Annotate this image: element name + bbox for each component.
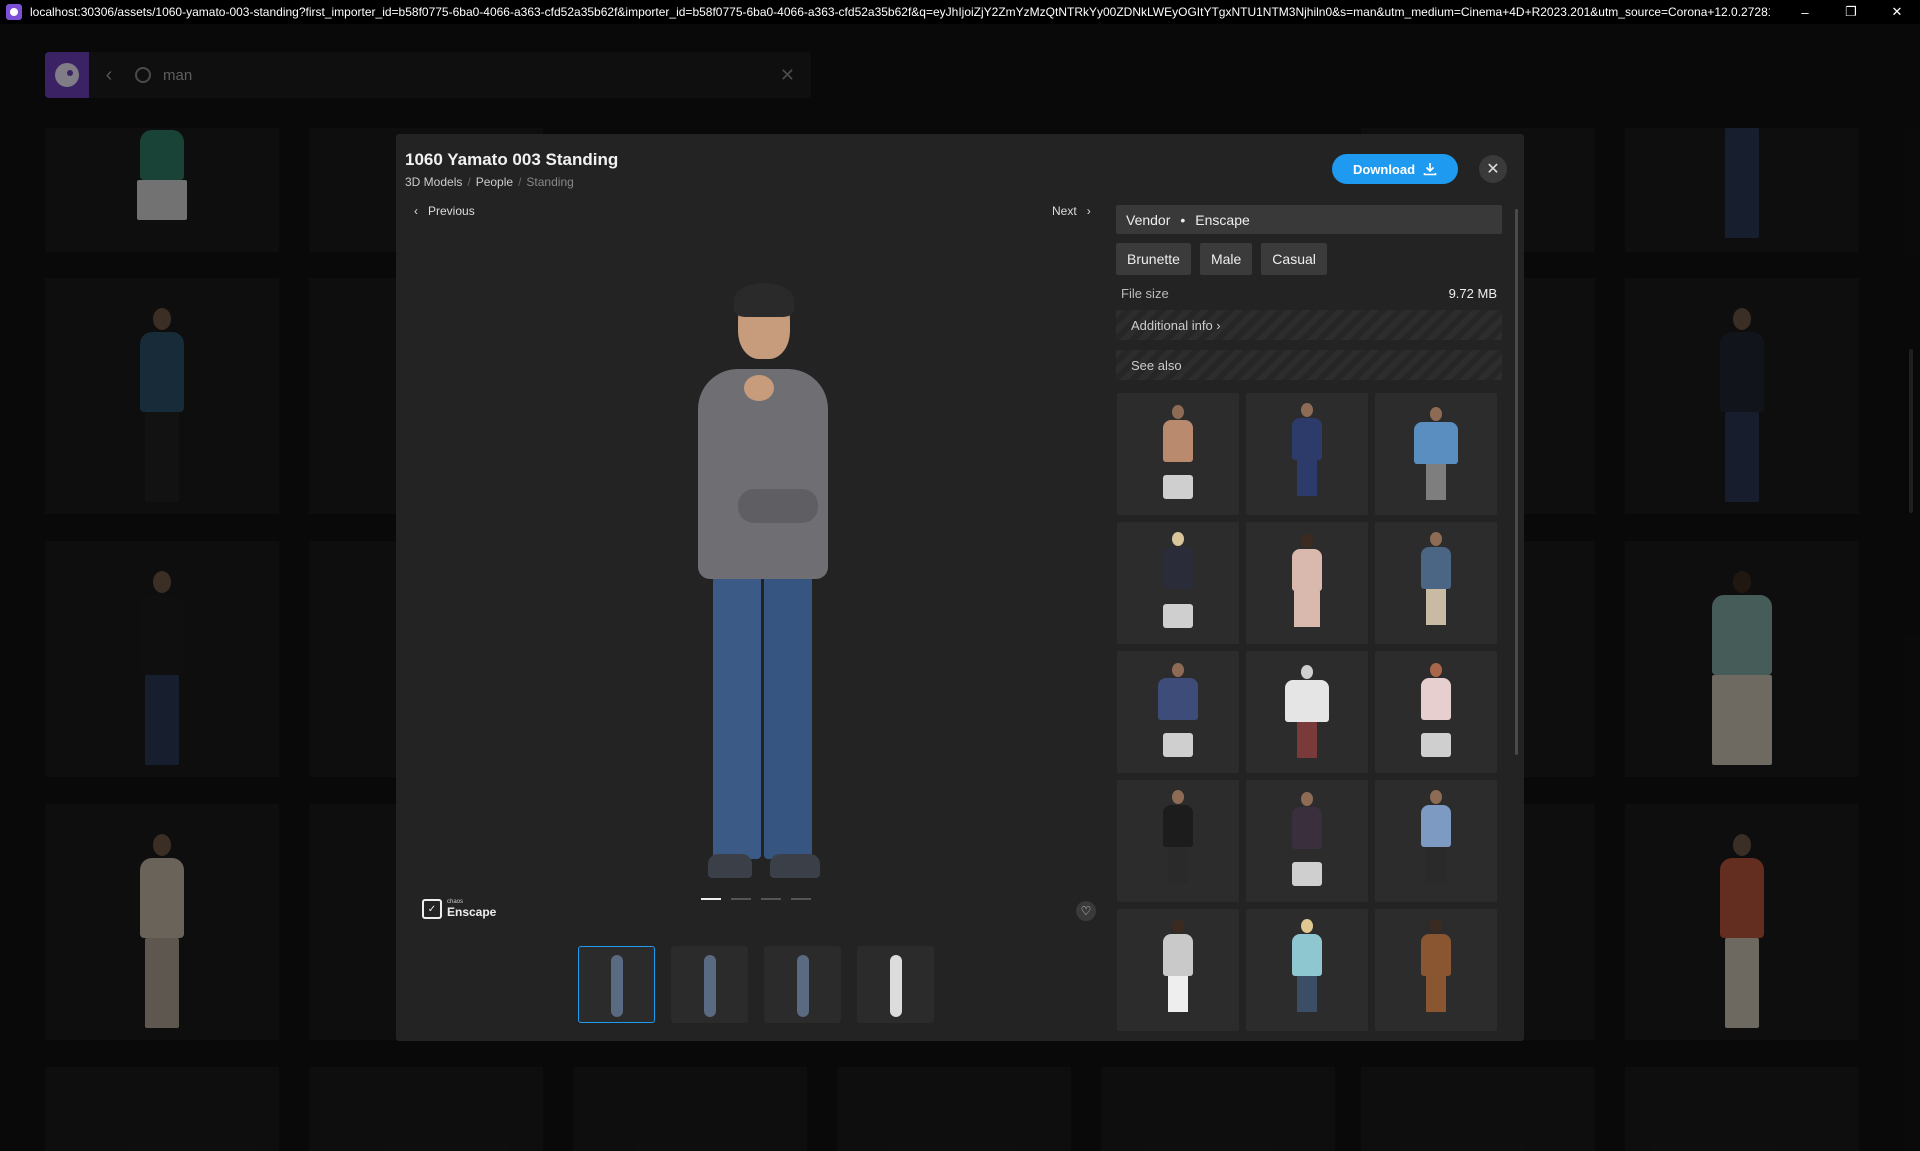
breadcrumb-people[interactable]: People bbox=[476, 175, 513, 189]
vendor-logo: ✓ chaos Enscape bbox=[422, 899, 496, 919]
preview-dot[interactable] bbox=[791, 898, 811, 900]
related-asset-tile[interactable] bbox=[1246, 909, 1368, 1031]
file-size-row: File size 9.72 MB bbox=[1121, 286, 1497, 301]
favorite-heart-icon[interactable]: ♡ bbox=[1076, 901, 1096, 921]
related-asset-tile[interactable] bbox=[1117, 909, 1239, 1031]
related-asset-tile[interactable] bbox=[1375, 909, 1497, 1031]
see-also-header: See also bbox=[1116, 350, 1502, 380]
minimize-button[interactable]: – bbox=[1782, 0, 1828, 24]
thumbnail[interactable] bbox=[764, 946, 841, 1023]
tag-male[interactable]: Male bbox=[1199, 243, 1253, 275]
app-icon bbox=[6, 4, 22, 20]
related-asset-tile[interactable] bbox=[1117, 651, 1239, 773]
asset-detail-modal: 1060 Yamato 003 Standing 3D Models / Peopl… bbox=[396, 134, 1524, 1041]
preview-dot[interactable] bbox=[761, 898, 781, 900]
file-size-label: File size bbox=[1121, 286, 1169, 301]
see-also-scrollbar[interactable] bbox=[1515, 209, 1518, 755]
related-asset-tile[interactable] bbox=[1375, 651, 1497, 773]
related-asset-tile[interactable] bbox=[1375, 393, 1497, 515]
thumbnail[interactable] bbox=[671, 946, 748, 1023]
tag-brunette[interactable]: Brunette bbox=[1116, 243, 1191, 275]
breadcrumb-standing: Standing bbox=[526, 175, 574, 189]
chevron-left-icon: ‹ bbox=[414, 204, 428, 218]
file-size-value: 9.72 MB bbox=[1448, 286, 1497, 301]
previous-label: Previous bbox=[428, 204, 475, 218]
preview-thumbnails bbox=[578, 946, 934, 1023]
related-asset-tile[interactable] bbox=[1246, 780, 1368, 902]
vendor-label: Vendor bbox=[1126, 211, 1171, 228]
asset-title: 1060 Yamato 003 Standing bbox=[405, 150, 619, 169]
chevron-right-icon: › bbox=[1076, 204, 1091, 218]
vendor-logo-name: Enscape bbox=[447, 905, 497, 919]
preview-dot[interactable] bbox=[701, 898, 721, 900]
asset-preview-image bbox=[678, 283, 846, 899]
related-asset-tile[interactable] bbox=[1117, 780, 1239, 902]
bullet: • bbox=[1180, 211, 1186, 228]
thumbnail[interactable] bbox=[857, 946, 934, 1023]
preview-dot[interactable] bbox=[731, 898, 751, 900]
window-close-button[interactable]: ✕ bbox=[1874, 0, 1920, 24]
url-text: localhost:30306/assets/1060-yamato-003-s… bbox=[30, 5, 1770, 19]
see-also-grid bbox=[1117, 393, 1501, 1033]
breadcrumb: 3D Models / People / Standing bbox=[405, 175, 574, 189]
tag-list: Brunette Male Casual bbox=[1116, 243, 1327, 275]
browser-titlebar: localhost:30306/assets/1060-yamato-003-s… bbox=[0, 0, 1920, 24]
next-label: Next bbox=[1052, 204, 1077, 218]
vendor-name[interactable]: Enscape bbox=[1195, 212, 1249, 228]
related-asset-tile[interactable] bbox=[1117, 522, 1239, 644]
related-asset-tile[interactable] bbox=[1246, 522, 1368, 644]
related-asset-tile[interactable] bbox=[1246, 393, 1368, 515]
download-label: Download bbox=[1352, 161, 1416, 177]
restore-button[interactable]: ❐ bbox=[1828, 0, 1874, 24]
additional-info-toggle[interactable]: Additional info › bbox=[1116, 310, 1502, 340]
previous-button[interactable]: ‹ Previous bbox=[414, 204, 475, 218]
download-icon bbox=[1423, 163, 1437, 176]
preview-pagination bbox=[701, 898, 811, 900]
related-asset-tile[interactable] bbox=[1117, 393, 1239, 515]
enscape-logo-icon: ✓ bbox=[422, 899, 442, 919]
close-modal-icon[interactable]: ✕ bbox=[1479, 155, 1507, 183]
related-asset-tile[interactable] bbox=[1375, 522, 1497, 644]
related-asset-tile[interactable] bbox=[1246, 651, 1368, 773]
tag-casual[interactable]: Casual bbox=[1261, 243, 1327, 275]
download-button[interactable]: Download bbox=[1332, 154, 1458, 184]
thumbnail[interactable] bbox=[578, 946, 655, 1023]
next-button[interactable]: Next › bbox=[1052, 204, 1091, 218]
vendor-info: Vendor • Enscape bbox=[1116, 205, 1502, 234]
related-asset-tile[interactable] bbox=[1375, 780, 1497, 902]
breadcrumb-3d-models[interactable]: 3D Models bbox=[405, 175, 462, 189]
